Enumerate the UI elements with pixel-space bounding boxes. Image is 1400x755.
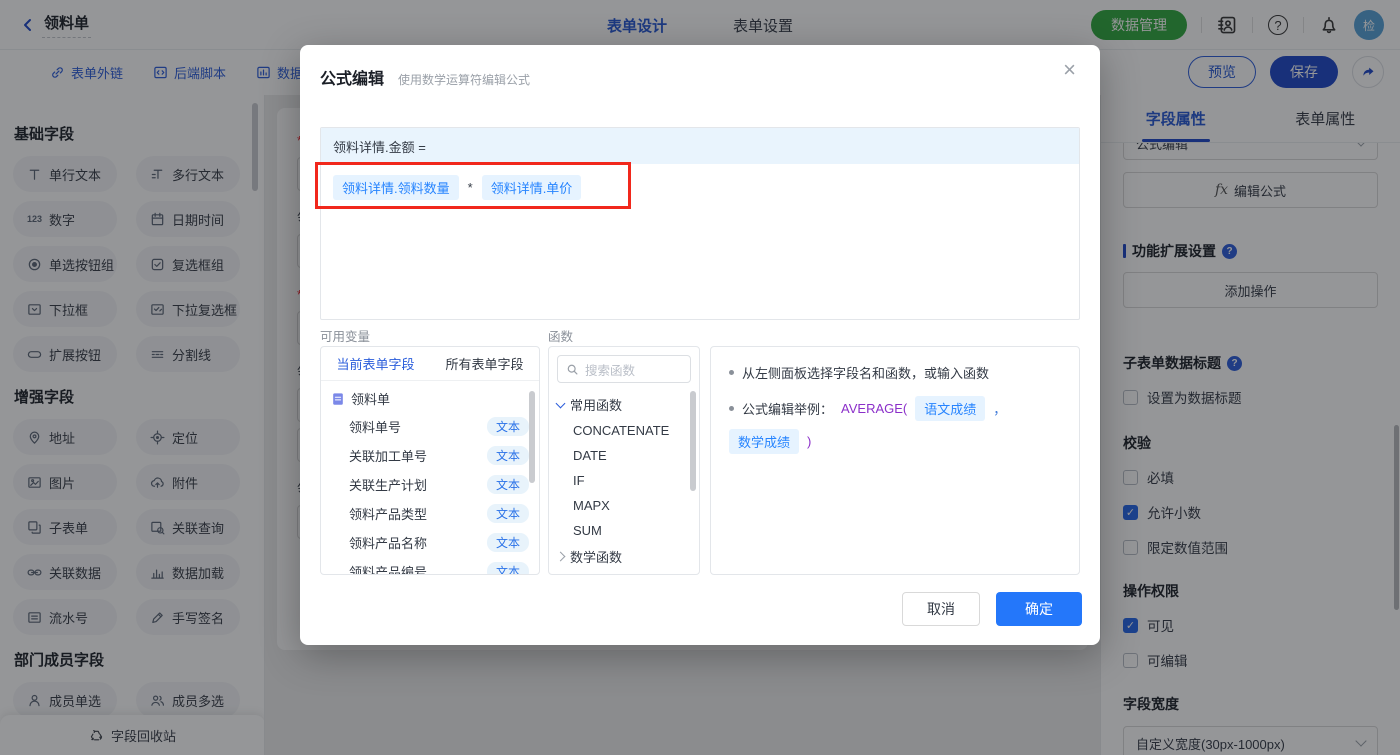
function-search-placeholder: 搜索函数: [585, 363, 636, 378]
help-tip-2: 公式编辑举例： AVERAGE( 语文成绩 ， 数学成绩 ): [729, 396, 1061, 454]
modal-subtitle: 使用数学运算符编辑公式: [398, 73, 531, 87]
variable-field-name: 领料单号: [349, 420, 402, 435]
function-search-box[interactable]: 搜索函数: [557, 355, 691, 383]
variable-type-tag: 文本: [486, 417, 529, 436]
formula-field-pill[interactable]: 领料详情.单价: [481, 175, 582, 200]
tree-root-form[interactable]: 领料单: [321, 381, 539, 412]
function-item[interactable]: MAPX: [549, 493, 699, 518]
function-group[interactable]: 文本函数: [549, 570, 699, 575]
formula-operator: *: [467, 180, 473, 195]
close-icon[interactable]: ×: [1063, 59, 1076, 81]
variables-scrollbar[interactable]: [529, 391, 535, 483]
variable-field-row[interactable]: 领料单号 文本: [321, 412, 539, 441]
formula-editor[interactable]: 领料详情.金额 = 领料详情.领料数量 * 领料详情.单价: [320, 127, 1080, 320]
function-group-name: 文本函数: [570, 574, 622, 575]
formula-field-pill[interactable]: 领料详情.领料数量: [333, 175, 459, 200]
variables-label: 可用变量: [320, 330, 371, 344]
variable-field-row[interactable]: 领料产品类型 文本: [321, 499, 539, 528]
modal-header: 公式编辑 使用数学运算符编辑公式: [320, 65, 530, 89]
variables-tabs: 当前表单字段 所有表单字段: [321, 347, 539, 381]
confirm-button[interactable]: 确定: [996, 592, 1082, 626]
variables-tab-all-forms[interactable]: 所有表单字段: [430, 347, 539, 380]
function-group[interactable]: 常用函数: [549, 391, 699, 418]
variable-field-row[interactable]: 领料产品编号 文本: [321, 557, 539, 575]
formula-help-panel: 从左侧面板选择字段名和函数，或输入函数 公式编辑举例： AVERAGE( 语文成…: [710, 346, 1080, 575]
variables-panel: 当前表单字段 所有表单字段 领料单 领料单号 文本 关联加工单号 文本 关联生产计划 文本领…: [320, 346, 540, 575]
variable-type-tag: 文本: [486, 475, 529, 494]
variable-field-row[interactable]: 关联加工单号 文本: [321, 441, 539, 470]
modal-title: 公式编辑: [320, 71, 385, 88]
bullet-dot: [729, 370, 734, 375]
variables-tab-current-form[interactable]: 当前表单字段: [321, 347, 430, 380]
modal-footer: 取消 确定: [902, 592, 1082, 626]
variable-field-row[interactable]: 领料产品名称 文本: [321, 528, 539, 557]
chevron-down-icon: [555, 398, 566, 408]
example-field-pill: 语文成绩: [915, 396, 986, 421]
function-item[interactable]: SUM: [549, 518, 699, 543]
variable-type-tag: 文本: [486, 446, 529, 465]
function-group-name: 数学函数: [570, 550, 623, 565]
variable-field-name: 关联生产计划: [349, 478, 428, 493]
cancel-button[interactable]: 取消: [902, 592, 980, 626]
function-group[interactable]: 数学函数: [549, 543, 699, 570]
example-function-name: AVERAGE(: [841, 401, 908, 416]
functions-panel: 搜索函数 常用函数 CONCATENATEDATEIFMAPXSUM 数学函数文本函…: [548, 346, 700, 575]
variable-field-name: 领料产品编号: [349, 565, 428, 575]
variable-field-row[interactable]: 关联生产计划 文本: [321, 470, 539, 499]
formula-edit-modal: 公式编辑 使用数学运算符编辑公式 × 领料详情.金额 = 领料详情.领料数量 * 领…: [300, 45, 1100, 645]
help-tip-1: 从左侧面板选择字段名和函数，或输入函数: [729, 363, 1061, 382]
functions-scrollbar[interactable]: [690, 391, 696, 491]
variable-type-tag: 文本: [486, 562, 529, 574]
variable-field-name: 领料产品类型: [349, 507, 428, 522]
bullet-dot: [729, 406, 734, 411]
example-field-pill: 数学成绩: [729, 429, 800, 454]
variable-field-name: 关联加工单号: [349, 449, 428, 464]
formula-target: 领料详情.金额 =: [321, 128, 1079, 164]
function-item[interactable]: IF: [549, 468, 699, 493]
function-item[interactable]: CONCATENATE: [549, 418, 699, 443]
functions-label: 函数: [548, 330, 574, 344]
example-comma: ，: [993, 402, 1007, 417]
example-close-paren: ): [807, 434, 812, 449]
chevron-right-icon: [555, 551, 566, 562]
function-item[interactable]: DATE: [549, 443, 699, 468]
formula-expression[interactable]: 领料详情.领料数量 * 领料详情.单价: [321, 164, 1079, 211]
variable-field-name: 领料产品名称: [349, 536, 428, 551]
document-icon: [333, 392, 343, 405]
variable-type-tag: 文本: [486, 504, 529, 523]
search-icon: [567, 364, 578, 374]
variable-type-tag: 文本: [486, 533, 529, 552]
app-root: 领料单 表单设计表单设置 数据管理 ? 检 表单外链后端脚本数据权限 预览 保存: [0, 0, 1400, 755]
function-group-name: 常用函数: [570, 398, 623, 413]
